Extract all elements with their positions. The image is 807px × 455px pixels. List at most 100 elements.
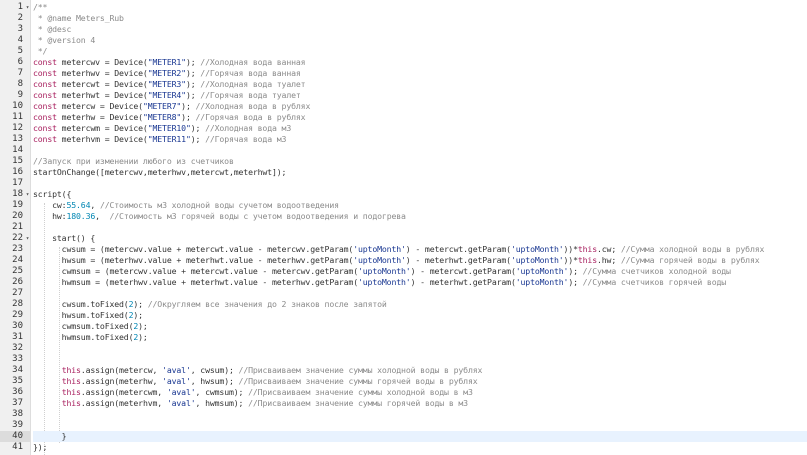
code-keyword: const <box>33 79 57 89</box>
code-line[interactable] <box>33 145 807 156</box>
line-number: 10 <box>12 101 23 111</box>
code-text: cwmsum = (metercwv.value + metercwt.valu… <box>33 266 358 276</box>
code-text: ); <box>133 299 148 309</box>
line-number: 19 <box>12 200 23 210</box>
code-line[interactable]: cwsum = (metercwv.value + metercwt.value… <box>33 244 807 255</box>
code-line[interactable]: //Запуск при изменении любого из счетчик… <box>33 156 807 167</box>
code-line[interactable]: /** <box>33 2 807 13</box>
code-line[interactable]: this.assign(metercw, 'aval', cwsum); //П… <box>33 365 807 376</box>
code-line[interactable]: hwmsum.toFixed(2); <box>33 332 807 343</box>
line-number: 27 <box>12 288 23 298</box>
code-line[interactable]: hw:180.36, //Стоимость м3 горячей воды с… <box>33 211 807 222</box>
code-comment: * @name Meters_Rub <box>33 13 124 23</box>
code-text: ) - metercwt.getParam( <box>405 244 511 254</box>
line-number-gutter: 1 ▾ 2 3 4 5 6 7 8 9 10 11 12 13 14 15 16 17 18 ▾ 19 20 21 22 ▾ 23… <box>0 0 31 455</box>
code-comment: /** <box>33 2 48 12</box>
line-number: 17 <box>12 178 23 188</box>
line-number: 2 <box>17 13 23 23</box>
code-line[interactable] <box>33 222 807 233</box>
code-line[interactable] <box>33 354 807 365</box>
code-line[interactable] <box>33 343 807 354</box>
code-text: ))* <box>563 255 578 265</box>
line-number: 18 ▾ <box>12 189 31 200</box>
code-comment: //Присваиваем значение суммы горячей вод… <box>238 376 478 386</box>
code-line[interactable]: * @name Meters_Rub <box>33 13 807 24</box>
line-number: 13 <box>12 134 23 144</box>
fold-arrow-icon[interactable]: ▾ <box>24 233 31 244</box>
code-string: 'uptoMonth' <box>353 255 406 265</box>
code-line[interactable]: const metercwm = Device("METER10"); //Хо… <box>33 123 807 134</box>
code-line[interactable]: script({ <box>33 189 807 200</box>
code-text: ) - meterhwt.getParam( <box>410 277 516 287</box>
code-text: hwmsum = (meterhwv.value + meterhwt.valu… <box>33 277 358 287</box>
line-number: 29 <box>12 310 23 320</box>
line-number: 25 <box>12 266 23 276</box>
code-line[interactable]: * @desc <box>33 24 807 35</box>
code-line[interactable]: * @version 4 <box>33 35 807 46</box>
code-text: ); <box>138 321 148 331</box>
code-comment: //Сумма горячей воды в рублях <box>620 255 760 265</box>
code-area[interactable]: /** * @name Meters_Rub * @desc * @versio… <box>31 0 807 455</box>
code-line[interactable]: const meterhw = Device("METER8"); //Горя… <box>33 112 807 123</box>
code-comment: //Холодная вода в рублях <box>195 101 311 111</box>
code-line[interactable]: this.assign(meterhvm, 'aval', hwmsum); /… <box>33 398 807 409</box>
code-text: start() { <box>33 233 96 243</box>
code-string: 'uptoMonth' <box>358 277 411 287</box>
code-line[interactable]: start() { <box>33 233 807 244</box>
code-text: , hwsum); <box>190 376 239 386</box>
code-text: ); <box>190 123 206 133</box>
code-text: ); <box>185 68 201 78</box>
code-line[interactable] <box>33 178 807 189</box>
code-line[interactable]: hwsum.toFixed(2); <box>33 310 807 321</box>
code-line[interactable]: } <box>33 431 807 442</box>
fold-arrow-icon[interactable]: ▾ <box>24 2 31 13</box>
code-comment: //Сумма счетчиков горячей воды <box>582 277 727 287</box>
code-line[interactable]: hwsum = (meterhwv.value + meterhwt.value… <box>33 255 807 266</box>
code-line[interactable] <box>33 409 807 420</box>
code-comment: //Сумма холодной воды в рублях <box>620 244 765 254</box>
code-keyword: this <box>577 244 597 254</box>
line-number: 31 <box>12 332 23 342</box>
code-keyword: const <box>33 101 57 111</box>
code-line[interactable]: startOnChange([metercwv,meterhwv,metercw… <box>33 167 807 178</box>
code-line[interactable]: cw:55.64, //Стоимость м3 холодной воды с… <box>33 200 807 211</box>
code-keyword: const <box>33 112 57 122</box>
code-comment: //Холодная вода туалет <box>200 79 306 89</box>
code-keyword: this <box>61 387 81 397</box>
code-text: , <box>90 200 100 210</box>
line-number: 40 <box>0 431 30 442</box>
code-line[interactable]: cwmsum = (metercwv.value + metercwt.valu… <box>33 266 807 277</box>
code-comment: //Округляем все значения до 2 знаков пос… <box>147 299 387 309</box>
code-line[interactable]: cwmsum.toFixed(2); <box>33 321 807 332</box>
code-line[interactable]: */ <box>33 46 807 57</box>
code-line[interactable]: const metercwv = Device("METER1"); //Хол… <box>33 57 807 68</box>
line-number: 30 <box>12 321 23 331</box>
code-text: .cw; <box>597 244 621 254</box>
code-comment: //Сумма счетчиков холодной воды <box>582 266 731 276</box>
code-keyword: const <box>33 68 57 78</box>
code-line[interactable]: const meterhwv = Device("METER2"); //Гор… <box>33 68 807 79</box>
code-line[interactable]: const meterhwt = Device("METER4"); //Гор… <box>33 90 807 101</box>
code-text: cwsum = (metercwv.value + metercwt.value… <box>33 244 354 254</box>
code-line[interactable]: this.assign(metercwm, 'aval', cwmsum); /… <box>33 387 807 398</box>
code-line[interactable] <box>33 288 807 299</box>
code-text: metercwm = Device( <box>56 123 148 133</box>
fold-arrow-icon[interactable]: ▾ <box>24 189 31 200</box>
code-line[interactable]: }); <box>33 442 807 453</box>
line-number: 12 <box>12 123 23 133</box>
code-editor[interactable]: 1 ▾ 2 3 4 5 6 7 8 9 10 11 12 13 14 15 16 17 18 ▾ 19 20 21 22 ▾ 23… <box>0 0 807 455</box>
code-line[interactable]: const meterhvm = Device("METER11"); //Го… <box>33 134 807 145</box>
code-line[interactable]: cwsum.toFixed(2); //Округляем все значен… <box>33 299 807 310</box>
code-comment: */ <box>33 46 48 56</box>
line-number: 39 <box>12 420 23 430</box>
code-line[interactable]: const metercwt = Device("METER3"); //Хол… <box>33 79 807 90</box>
code-line[interactable]: hwmsum = (meterhwv.value + meterhwt.valu… <box>33 277 807 288</box>
code-text: ); <box>138 332 148 342</box>
code-line[interactable]: const metercw = Device("METER7"); //Холо… <box>33 101 807 112</box>
code-line[interactable] <box>33 420 807 431</box>
code-text: ); <box>181 101 196 111</box>
code-text: ); <box>190 134 206 144</box>
line-number: 7 <box>17 68 23 78</box>
code-line[interactable]: this.assign(meterhw, 'aval', hwsum); //П… <box>33 376 807 387</box>
